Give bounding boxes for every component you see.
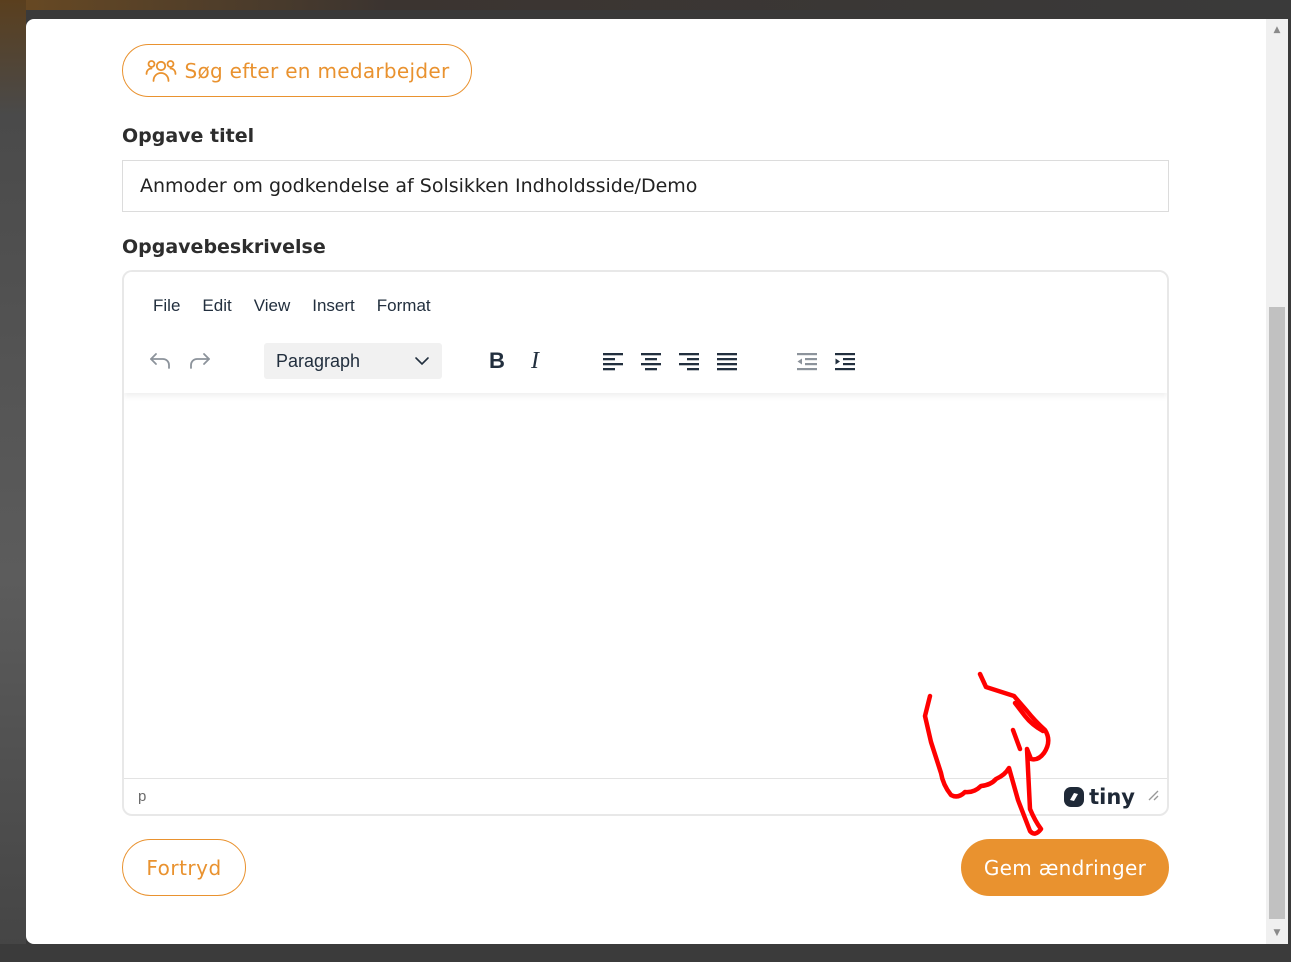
element-path[interactable]: p — [138, 788, 146, 805]
cancel-button[interactable]: Fortryd — [122, 839, 246, 896]
rich-text-editor: File Edit View Insert Format Paragraph B… — [122, 270, 1169, 816]
background-left — [0, 0, 26, 962]
editor-statusbar: p tiny — [124, 778, 1167, 814]
block-format-select[interactable]: Paragraph — [264, 343, 442, 379]
search-employee-button[interactable]: Søg efter en medarbejder — [122, 44, 472, 97]
menu-view[interactable]: View — [243, 294, 302, 318]
save-changes-button[interactable]: Gem ændringer — [961, 839, 1169, 896]
resize-handle-icon[interactable] — [1147, 789, 1159, 804]
task-description-label: Opgavebeskrivelse — [122, 236, 326, 258]
scrollbar-thumb[interactable] — [1269, 307, 1285, 919]
edit-task-modal: Søg efter en medarbejder Opgave titel Op… — [26, 19, 1266, 944]
scroll-down-arrow-icon[interactable]: ▼ — [1266, 922, 1288, 944]
undo-icon[interactable] — [142, 343, 180, 379]
menu-edit[interactable]: Edit — [191, 294, 242, 318]
menu-file[interactable]: File — [142, 294, 191, 318]
editor-header: File Edit View Insert Format Paragraph B… — [124, 272, 1167, 393]
block-format-value: Paragraph — [276, 350, 361, 371]
menu-insert[interactable]: Insert — [301, 294, 366, 318]
search-employee-label: Søg efter en medarbejder — [184, 58, 450, 83]
align-left-icon[interactable] — [594, 343, 632, 379]
align-right-icon[interactable] — [670, 343, 708, 379]
task-title-label: Opgave titel — [122, 125, 255, 147]
users-icon — [145, 59, 176, 82]
background-top — [0, 0, 1291, 10]
tiny-brand-text: tiny — [1089, 784, 1135, 809]
editor-content-area[interactable] — [124, 393, 1167, 778]
editor-toolbar: Paragraph B I — [142, 342, 864, 380]
italic-icon[interactable]: I — [516, 343, 554, 379]
background-bottom — [0, 944, 1291, 962]
chevron-down-icon — [415, 357, 429, 366]
tiny-logo-icon — [1064, 786, 1085, 807]
redo-icon[interactable] — [180, 343, 218, 379]
align-justify-icon[interactable] — [708, 343, 746, 379]
tiny-logo[interactable]: tiny — [1063, 785, 1135, 809]
outdent-icon[interactable] — [788, 343, 826, 379]
bold-icon[interactable]: B — [478, 343, 516, 379]
task-title-input[interactable] — [122, 160, 1169, 212]
indent-icon[interactable] — [826, 343, 864, 379]
editor-menubar: File Edit View Insert Format — [142, 294, 442, 318]
page-scrollbar[interactable]: ▲ ▼ — [1266, 19, 1288, 944]
menu-format[interactable]: Format — [366, 294, 442, 318]
scroll-up-arrow-icon[interactable]: ▲ — [1266, 19, 1288, 41]
align-center-icon[interactable] — [632, 343, 670, 379]
